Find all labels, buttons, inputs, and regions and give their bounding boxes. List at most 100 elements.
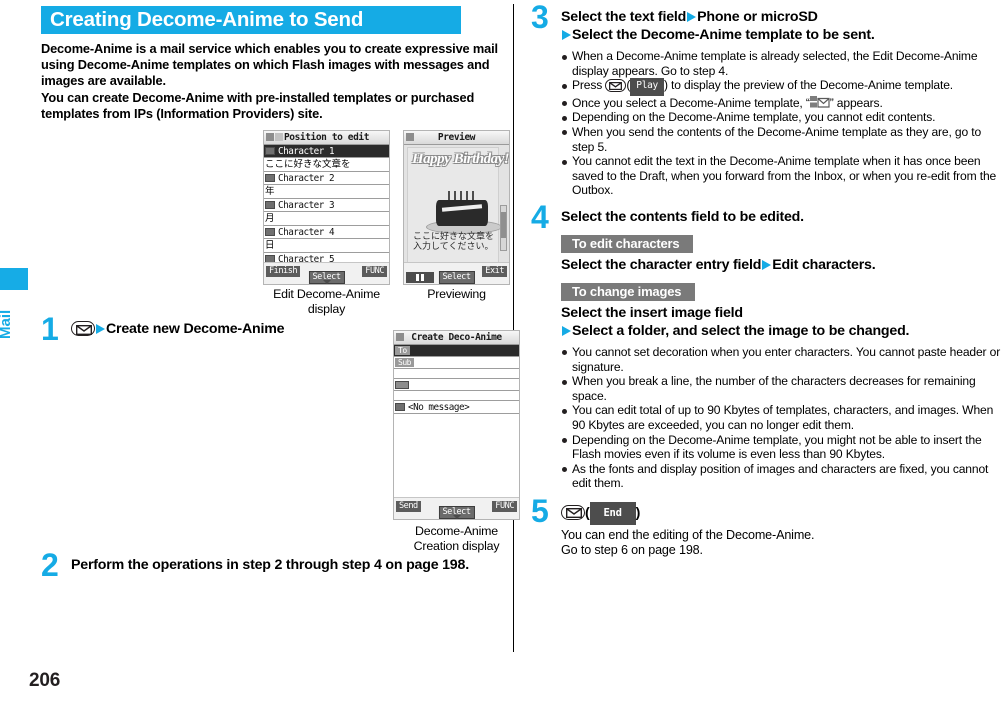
caption-line-1: Previewing (427, 287, 486, 302)
page-title: Creating Decome-Anime to Send (50, 8, 364, 31)
caption-line-2: display (307, 301, 346, 316)
note-item: You cannot edit the text in the Decome-A… (561, 154, 1001, 198)
row-value[interactable]: ここに好きな文章を (264, 158, 389, 173)
screenshot-edit-decome-anime: Position to edit Character 1 ここに好きな文章を C… (263, 130, 390, 286)
file-size-label: 56Kbytes (464, 284, 507, 285)
step-number: 4 (531, 198, 549, 235)
step-5-line-1: You can end the editing of the Decome-An… (561, 527, 815, 542)
softkey-func[interactable]: FUNC (362, 266, 387, 278)
softkey-down-arrow-icon (322, 280, 331, 285)
screen-titlebar: Position to edit (264, 131, 389, 146)
subsection-tag-change-images: To change images (561, 282, 696, 301)
subject-field-tag: Sub (395, 358, 414, 368)
scrollbar[interactable] (500, 205, 507, 252)
row-label[interactable]: Character 2 (264, 172, 389, 186)
edge-tab-label: Mail (0, 309, 14, 339)
step-1-text: Create new Decome-Anime (106, 321, 285, 338)
message-icon (395, 403, 405, 412)
screenshot-row-top: Position to edit Character 1 ここに好きな文章を C… (41, 130, 510, 316)
step-4-notes: You cannot set decoration when you enter… (561, 345, 1001, 491)
step-3-instruction: Select the text field Phone or microSD (561, 8, 1001, 26)
edit-chars-text-b: Edit characters. (772, 256, 876, 273)
caption-edit-display: Edit Decome-Anime display (263, 287, 390, 316)
row-value[interactable]: 日 (264, 239, 389, 254)
caption-line-1: Edit Decome-Anime (273, 287, 380, 302)
mail-key-icon (561, 504, 585, 520)
screen-titlebar: Preview (404, 131, 509, 146)
message-field-row[interactable]: <No message> (394, 401, 519, 415)
arrow-icon (562, 325, 571, 336)
status-icon-1 (396, 333, 404, 342)
subject-field-row[interactable]: Sub (394, 357, 519, 370)
change-images-text: Select a folder, and select the image to… (572, 322, 910, 339)
row-value[interactable]: 年 (264, 185, 389, 200)
note-item: Depending on the Decome-Anime template, … (561, 433, 1001, 462)
blank-row[interactable] (394, 369, 519, 380)
step-number: 2 (41, 547, 59, 584)
status-icons (406, 133, 414, 142)
row-label[interactable]: Character 4 (264, 226, 389, 240)
softkey-end-label: End (589, 501, 636, 525)
note-item: Press (Play) to display the preview of t… (561, 78, 1001, 96)
step-2: 2 Perform the operations in step 2 throu… (41, 549, 507, 581)
row-value[interactable]: 月 (264, 212, 389, 227)
note-item: When you break a line, the number of the… (561, 374, 1001, 403)
message-placeholder: <No message> (408, 401, 470, 413)
subsection-tag-edit-characters: To edit characters (561, 234, 694, 253)
note-prefix: Press (572, 78, 603, 93)
step-4-edit-characters-line: Select the character entry field Edit cha… (561, 256, 1001, 274)
preview-body-text: ここに好きな文章を 入力してください。 (413, 232, 495, 253)
step-3-line2: Select the Decome-Anime template to be s… (572, 27, 875, 43)
text-field-icon (265, 174, 275, 183)
section-title-bar: Creating Decome-Anime to Send (41, 6, 461, 34)
note-item: You can edit total of up to 90 Kbytes of… (561, 403, 1001, 432)
row-label[interactable]: Character 3 (264, 199, 389, 213)
step-4: 4 Select the contents field to be edited… (531, 201, 1001, 491)
row-label-text: Character 1 (278, 145, 335, 157)
screen-title: Create Deco-Anime (411, 332, 502, 344)
step-3-notes: When a Decome-Anime template is already … (561, 49, 1001, 198)
column-divider (513, 4, 514, 652)
step-3: 3 Select the text field Phone or microSD … (531, 1, 1001, 198)
screen-title: Position to edit (283, 132, 370, 144)
softkey-send[interactable]: Send (396, 501, 421, 513)
screenshot-create-deco-anime: Create Deco-Anime To Sub <No message> Se… (393, 330, 520, 521)
step-4-change-images-line-a: Select the insert image field (561, 304, 743, 321)
softkey-finish[interactable]: Finish (266, 266, 301, 278)
blank-row[interactable] (394, 391, 519, 402)
scrollbar-thumb[interactable] (501, 212, 506, 239)
softkey-play-label: Play (630, 78, 664, 96)
intro-paragraph-1: Decome-Anime is a mail service which ena… (41, 41, 498, 89)
note-item: You cannot set decoration when you enter… (561, 345, 1001, 374)
row-label[interactable]: Character 1 (264, 145, 389, 159)
softkey-down-arrow-icon (452, 515, 461, 520)
step-2-text: Perform the operations in step 2 through… (71, 557, 469, 574)
step-3-line1-b: Phone or microSD (697, 9, 818, 25)
step-number: 3 (531, 0, 549, 35)
mail-key-icon (605, 79, 627, 93)
softkey-bar: Select Exit (404, 262, 509, 285)
softkey-func[interactable]: FUNC (492, 501, 517, 513)
step-4-title: Select the contents field to be edited. (561, 208, 804, 225)
arrow-icon (96, 324, 105, 335)
left-column: Creating Decome-Anime to Send Decome-Ani… (41, 6, 520, 581)
status-icon-2 (275, 133, 283, 142)
row-label-text: Character 2 (278, 172, 335, 184)
step-5: 5 (End) You can end the editing of the D… (531, 495, 1001, 559)
arrow-icon (562, 30, 571, 40)
pause-icon[interactable] (406, 272, 434, 284)
softkey-exit[interactable]: Exit (482, 266, 507, 278)
screenshot-previewing: Preview Happy Birthday! ここに好きな文章を 入力してくだ… (403, 130, 510, 286)
step-5-line-2: Go to step 6 on page 198. (561, 543, 703, 558)
status-icon-1 (266, 133, 274, 142)
to-field-row[interactable]: To (394, 345, 519, 358)
row-label-text: Character 3 (278, 199, 335, 211)
softkey-select[interactable]: Select (438, 271, 475, 285)
attachment-field-row[interactable] (394, 379, 519, 392)
template-card: Happy Birthday! ここに好きな文章を 入力してください。 (407, 147, 509, 268)
note-item: Once you select a Decome-Anime template,… (561, 95, 1001, 111)
note-item: Depending on the Decome-Anime template, … (561, 110, 1001, 125)
note-suffix: ) to display the preview of the Decome-A… (663, 78, 953, 93)
softkey-bar: Finish Select FUNC (264, 262, 389, 285)
note-item: As the fonts and display position of ima… (561, 462, 1001, 491)
